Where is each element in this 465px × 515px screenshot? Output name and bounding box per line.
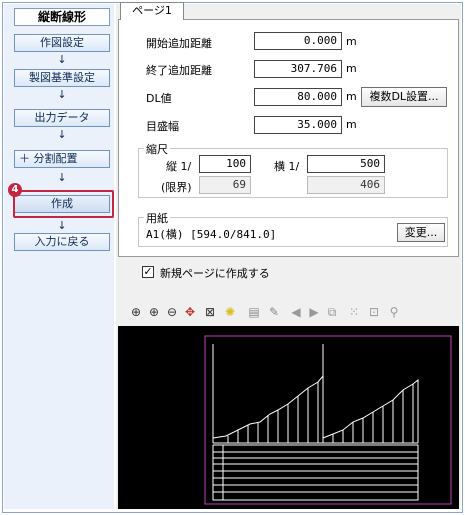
- start-distance-input[interactable]: 0.000: [254, 32, 342, 50]
- paper-group-title: 用紙: [144, 210, 170, 226]
- scale-width-input[interactable]: 35.000: [254, 116, 342, 134]
- main-panel: 開始追加距離 0.000 m 終了追加距離 307.706 m DL値 80.0…: [116, 2, 461, 509]
- end-distance-unit: m: [346, 62, 357, 75]
- end-distance-label: 終了追加距離: [146, 64, 212, 77]
- paper-change-button[interactable]: 変更...: [397, 223, 445, 242]
- sidebar: 縦断線形 作図設定 ↓ 製図基準設定 ↓ 出力データ ↓ ＋ 分割配置 ↓ 作成…: [4, 4, 114, 509]
- limit-label: (限界): [161, 181, 192, 194]
- horizontal-scale-input[interactable]: 500: [307, 155, 385, 173]
- drawing-preview[interactable]: [118, 326, 459, 509]
- vertical-limit-value: 69: [199, 176, 251, 194]
- preview-canvas: [204, 335, 452, 505]
- zoom-out-icon[interactable]: ⊖: [164, 304, 180, 320]
- prev-icon[interactable]: ◀: [288, 304, 304, 320]
- flow-arrow: ↓: [57, 53, 67, 66]
- tab-page1[interactable]: ページ1: [120, 2, 184, 20]
- vertical-scale-label: 縦 1/: [166, 160, 192, 173]
- flow-arrow: ↓: [57, 88, 67, 101]
- page-icon[interactable]: ▤: [246, 304, 262, 320]
- zoom-fit-icon[interactable]: ⊕: [128, 304, 144, 320]
- sidebar-item-split-layout[interactable]: ＋ 分割配置: [14, 150, 110, 168]
- horizontal-limit-value: 406: [307, 176, 385, 194]
- flow-arrow: ↓: [57, 171, 67, 184]
- dl-value-input[interactable]: 80.000: [254, 88, 342, 106]
- sidebar-item-drawing-settings[interactable]: 作図設定: [14, 34, 110, 52]
- step-badge: 4: [8, 183, 22, 197]
- horizontal-scale-label: 横 1/: [274, 160, 300, 173]
- vertical-scale-input[interactable]: 100: [199, 155, 251, 173]
- tab-panel: 開始追加距離 0.000 m 終了追加距離 307.706 m DL値 80.0…: [118, 19, 459, 257]
- dl-value-unit: m: [346, 90, 357, 103]
- flow-arrow: ↓: [57, 219, 67, 232]
- preview-toolbar: ⊕ ⊕ ⊖ ✥ ⊠ ✺ ▤ ✎ ◀ ▶ ⧉ ⁙ ⊡ ⚲: [118, 304, 459, 322]
- scale-width-unit: m: [346, 118, 357, 131]
- highlight-frame: [13, 190, 114, 218]
- pan-icon[interactable]: ✥: [182, 304, 198, 320]
- profile-drawing: [212, 344, 419, 501]
- flow-arrow: ↓: [57, 128, 67, 141]
- zoom-in-icon[interactable]: ⊕: [146, 304, 162, 320]
- multiple-dl-button[interactable]: 複数DL設置...: [361, 87, 447, 107]
- scale-width-label: 目盛幅: [146, 120, 179, 133]
- sheet-border: [204, 335, 452, 505]
- pin-icon[interactable]: ⚲: [386, 304, 402, 320]
- dl-value-label: DL値: [146, 92, 172, 105]
- new-page-checkbox[interactable]: ✓: [142, 266, 154, 278]
- start-distance-label: 開始追加距離: [146, 37, 212, 50]
- sidebar-title: 縦断線形: [14, 8, 110, 26]
- sidebar-item-drafting-standard[interactable]: 製図基準設定: [14, 69, 110, 87]
- move-icon[interactable]: ⊡: [366, 304, 382, 320]
- bulb-icon[interactable]: ✺: [222, 304, 238, 320]
- new-page-label: 新規ページに作成する: [160, 267, 270, 280]
- grid-icon[interactable]: ⁙: [346, 304, 362, 320]
- paper-size-value: A1(横) [594.0/841.0]: [146, 228, 277, 241]
- end-distance-input[interactable]: 307.706: [254, 60, 342, 78]
- start-distance-unit: m: [346, 35, 357, 48]
- sidebar-item-output-data[interactable]: 出力データ: [14, 109, 110, 127]
- sidebar-item-back-to-input[interactable]: 入力に戻る: [14, 233, 110, 251]
- pen-icon[interactable]: ✎: [266, 304, 282, 320]
- next-icon[interactable]: ▶: [306, 304, 322, 320]
- window-zoom-icon[interactable]: ⊠: [202, 304, 218, 320]
- scale-group-title: 縮尺: [144, 141, 170, 157]
- layout-icon[interactable]: ⧉: [324, 304, 340, 320]
